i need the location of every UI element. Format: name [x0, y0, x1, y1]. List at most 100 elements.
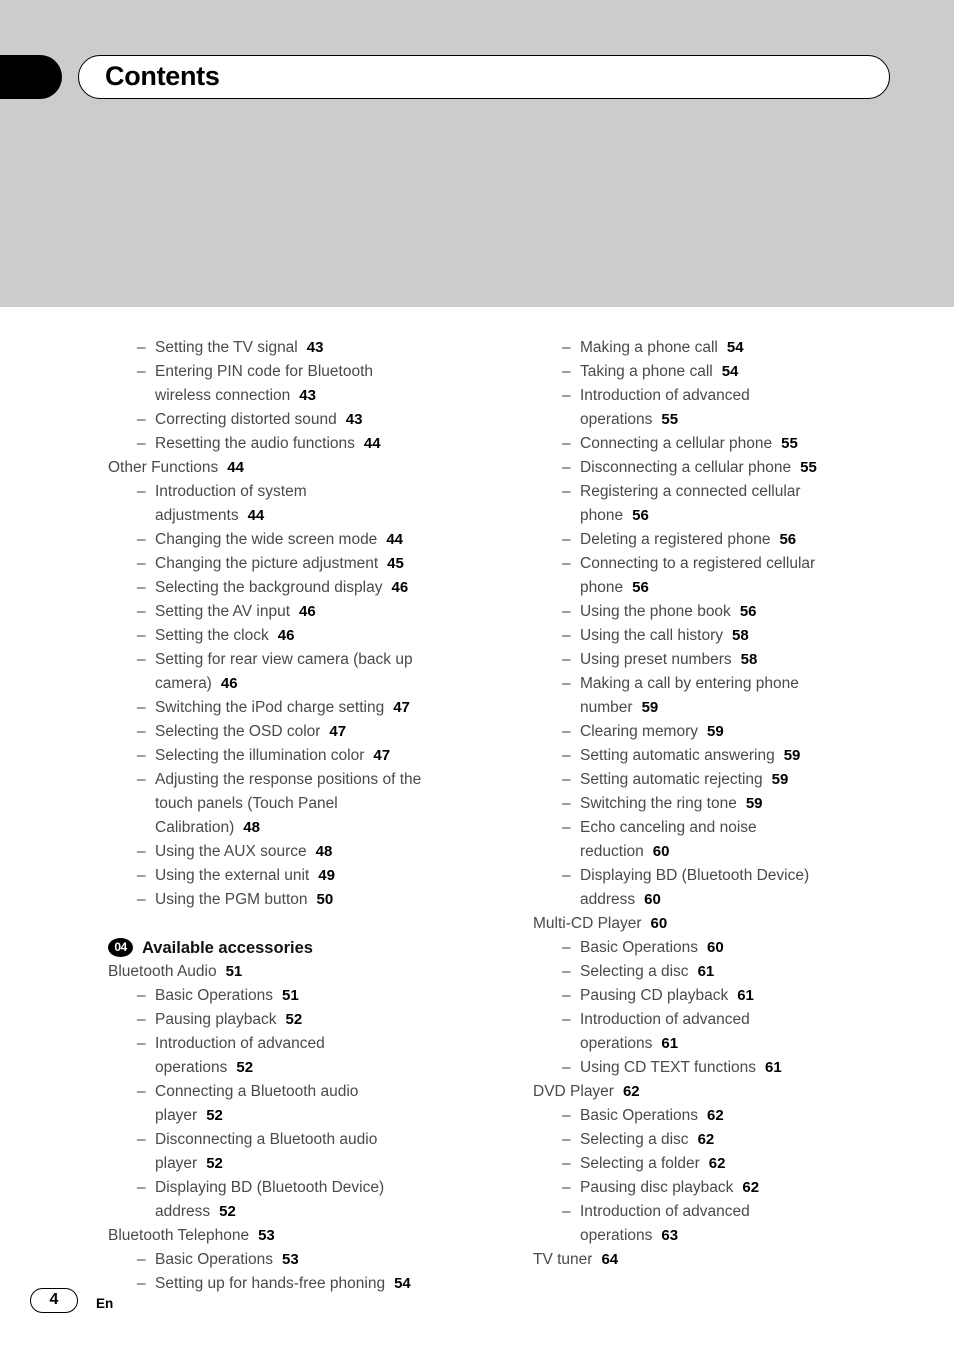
toc-entry[interactable]: – Using preset numbers 58 [533, 648, 933, 672]
toc-entry[interactable]: – Using the phone book 56 [533, 600, 933, 624]
toc-entry[interactable]: – Introduction of system [108, 480, 508, 504]
toc-chapter-heading[interactable]: 04 Available accessories [108, 936, 508, 960]
toc-entry[interactable]: DVD Player 62 [533, 1080, 933, 1104]
toc-entry[interactable]: – Deleting a registered phone 56 [533, 528, 933, 552]
toc-entry-continuation[interactable]: reduction 60 [533, 840, 933, 864]
toc-entry-continuation[interactable]: number 59 [533, 696, 933, 720]
toc-entry[interactable]: – Pausing disc playback 62 [533, 1176, 933, 1200]
toc-entry-continuation[interactable]: address 60 [533, 888, 933, 912]
toc-entry-continuation[interactable]: phone 56 [533, 504, 933, 528]
toc-entry-label: address [580, 891, 636, 908]
bullet-dash-icon: – [137, 987, 146, 1004]
toc-entry[interactable]: – Setting up for hands-free phoning 54 [108, 1272, 508, 1296]
toc-entry[interactable]: – Introduction of advanced [108, 1032, 508, 1056]
toc-entry[interactable]: – Using the external unit 49 [108, 864, 508, 888]
toc-entry[interactable]: – Pausing playback 52 [108, 1008, 508, 1032]
toc-entry-continuation[interactable]: operations 52 [108, 1056, 508, 1080]
toc-entry-continuation[interactable]: camera) 46 [108, 672, 508, 696]
toc-entry-continuation[interactable]: Calibration) 48 [108, 816, 508, 840]
bullet-dash-icon: – [137, 627, 146, 644]
toc-entry[interactable]: – Setting the clock 46 [108, 624, 508, 648]
toc-entry[interactable]: – Setting automatic answering 59 [533, 744, 933, 768]
toc-entry[interactable]: – Connecting a Bluetooth audio [108, 1080, 508, 1104]
toc-entry[interactable]: – Using CD TEXT functions 61 [533, 1056, 933, 1080]
toc-entry-continuation[interactable]: adjustments 44 [108, 504, 508, 528]
toc-entry[interactable]: – Connecting a cellular phone 55 [533, 432, 933, 456]
toc-entry[interactable]: – Switching the ring tone 59 [533, 792, 933, 816]
toc-entry-label: Using CD TEXT functions [580, 1059, 757, 1076]
toc-entry[interactable]: – Making a call by entering phone [533, 672, 933, 696]
toc-entry-label: operations [580, 411, 653, 428]
chapter-title: Available accessories [142, 939, 313, 957]
toc-entry-continuation[interactable]: player 52 [108, 1104, 508, 1128]
toc-entry[interactable]: – Introduction of advanced [533, 1200, 933, 1224]
toc-entry[interactable]: – Pausing CD playback 61 [533, 984, 933, 1008]
toc-entry[interactable]: – Basic Operations 51 [108, 984, 508, 1008]
toc-entry-continuation[interactable]: address 52 [108, 1200, 508, 1224]
toc-entry-label: Echo canceling and noise [580, 819, 757, 836]
toc-entry-label: Displaying BD (Bluetooth Device) [580, 867, 810, 884]
toc-entry-continuation[interactable]: operations 55 [533, 408, 933, 432]
toc-entry[interactable]: – Resetting the audio functions 44 [108, 432, 508, 456]
toc-entry-page-number: 62 [707, 1107, 724, 1124]
toc-entry[interactable]: TV tuner 64 [533, 1248, 933, 1272]
toc-entry[interactable]: – Using the PGM button 50 [108, 888, 508, 912]
toc-entry[interactable]: – Selecting a disc 61 [533, 960, 933, 984]
toc-entry[interactable]: – Adjusting the response positions of the [108, 768, 508, 792]
toc-entry[interactable]: – Selecting the background display 46 [108, 576, 508, 600]
toc-entry[interactable]: Multi-CD Player 60 [533, 912, 933, 936]
toc-entry[interactable]: – Entering PIN code for Bluetooth [108, 360, 508, 384]
toc-entry-label: Selecting the illumination color [155, 747, 365, 764]
toc-entry[interactable]: – Disconnecting a cellular phone 55 [533, 456, 933, 480]
toc-entry[interactable]: – Selecting the OSD color 47 [108, 720, 508, 744]
toc-entry-label: Basic Operations [580, 1107, 699, 1124]
toc-entry[interactable]: – Changing the wide screen mode 44 [108, 528, 508, 552]
toc-entry[interactable]: – Echo canceling and noise [533, 816, 933, 840]
toc-entry[interactable]: – Registering a connected cellular [533, 480, 933, 504]
bullet-dash-icon: – [562, 675, 571, 692]
toc-entry[interactable]: – Basic Operations 60 [533, 936, 933, 960]
toc-entry-continuation[interactable]: operations 61 [533, 1032, 933, 1056]
toc-entry[interactable]: – Using the call history 58 [533, 624, 933, 648]
toc-entry[interactable]: – Selecting a disc 62 [533, 1128, 933, 1152]
toc-entry[interactable]: – Clearing memory 59 [533, 720, 933, 744]
toc-entry[interactable]: – Selecting the illumination color 47 [108, 744, 508, 768]
toc-entry-label: Selecting a disc [580, 963, 689, 980]
toc-entry-continuation[interactable]: phone 56 [533, 576, 933, 600]
toc-entry[interactable]: – Setting the AV input 46 [108, 600, 508, 624]
toc-entry-label: Changing the picture adjustment [155, 555, 379, 572]
toc-entry-label: camera) [155, 675, 212, 692]
toc-entry-page-number: 53 [258, 1227, 275, 1244]
toc-entry[interactable]: – Basic Operations 62 [533, 1104, 933, 1128]
toc-entry[interactable]: – Selecting a folder 62 [533, 1152, 933, 1176]
toc-entry[interactable]: – Changing the picture adjustment 45 [108, 552, 508, 576]
toc-entry-label: Displaying BD (Bluetooth Device) [155, 1179, 385, 1196]
toc-entry[interactable]: – Setting for rear view camera (back up [108, 648, 508, 672]
toc-entry[interactable]: Other Functions 44 [108, 456, 508, 480]
toc-entry-page-number: 45 [387, 555, 404, 572]
toc-entry[interactable]: – Displaying BD (Bluetooth Device) [533, 864, 933, 888]
toc-entry[interactable]: – Displaying BD (Bluetooth Device) [108, 1176, 508, 1200]
toc-entry[interactable]: – Taking a phone call 54 [533, 360, 933, 384]
toc-entry[interactable]: – Connecting to a registered cellular [533, 552, 933, 576]
toc-entry[interactable]: – Using the AUX source 48 [108, 840, 508, 864]
bullet-dash-icon: – [562, 963, 571, 980]
toc-entry[interactable]: – Setting automatic rejecting 59 [533, 768, 933, 792]
toc-entry[interactable]: – Basic Operations 53 [108, 1248, 508, 1272]
toc-entry-continuation[interactable]: player 52 [108, 1152, 508, 1176]
toc-entry-continuation[interactable]: operations 63 [533, 1224, 933, 1248]
chapter-number-badge: 04 [108, 937, 133, 957]
toc-entry[interactable]: – Correcting distorted sound 43 [108, 408, 508, 432]
toc-entry[interactable]: Bluetooth Telephone 53 [108, 1224, 508, 1248]
toc-entry-continuation[interactable]: touch panels (Touch Panel [108, 792, 508, 816]
toc-entry[interactable]: – Introduction of advanced [533, 384, 933, 408]
toc-entry[interactable]: – Making a phone call 54 [533, 336, 933, 360]
toc-entry[interactable]: Bluetooth Audio 51 [108, 960, 508, 984]
toc-entry[interactable]: – Introduction of advanced [533, 1008, 933, 1032]
toc-entry[interactable]: – Disconnecting a Bluetooth audio [108, 1128, 508, 1152]
toc-entry-label: TV tuner [533, 1251, 593, 1268]
toc-entry[interactable]: – Switching the iPod charge setting 47 [108, 696, 508, 720]
toc-entry-continuation[interactable]: wireless connection 43 [108, 384, 508, 408]
toc-entry[interactable]: – Setting the TV signal 43 [108, 336, 508, 360]
toc-entry-page-number: 44 [227, 459, 244, 476]
